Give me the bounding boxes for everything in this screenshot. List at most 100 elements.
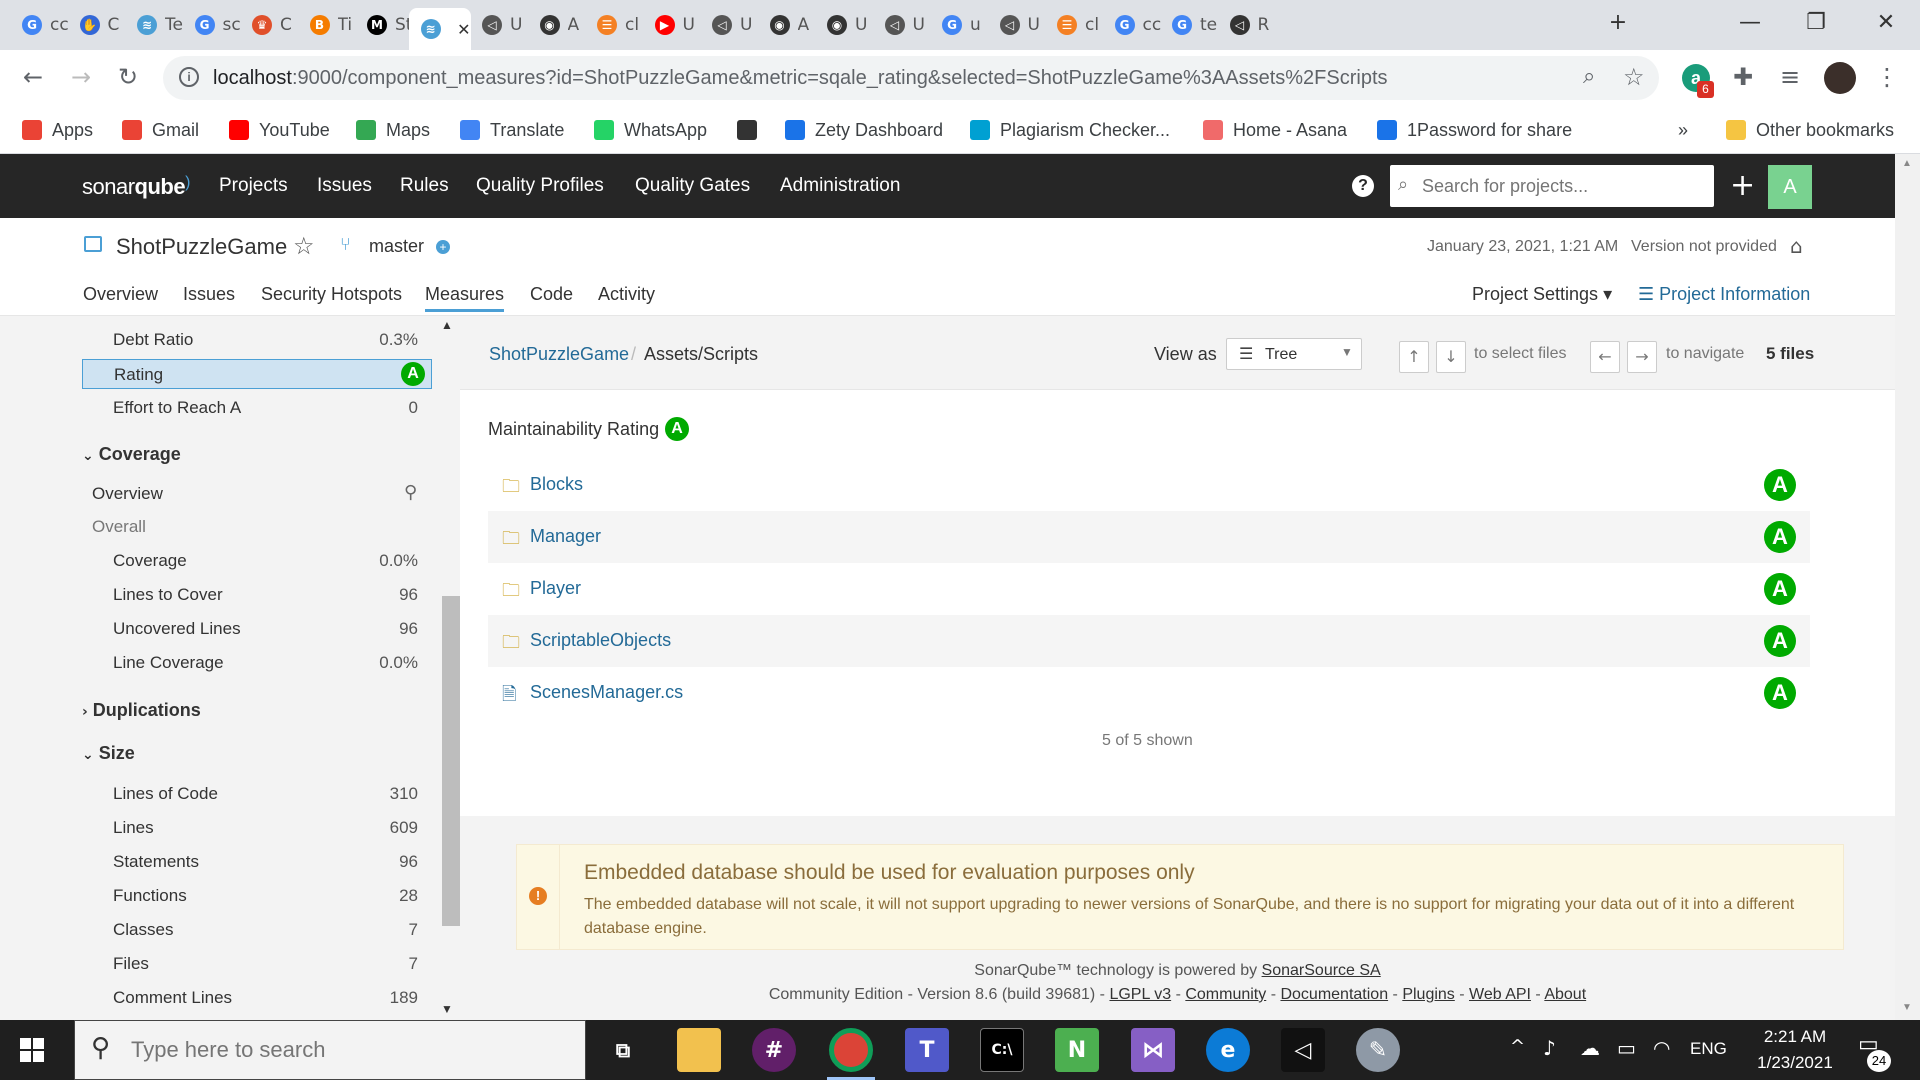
breadcrumb-root[interactable]: ShotPuzzleGame [489, 344, 629, 365]
group-coverage[interactable]: ⌄ Coverage [82, 444, 181, 465]
bookmark-item[interactable]: WhatsApp [594, 116, 707, 144]
file-explorer-icon[interactable] [677, 1028, 721, 1072]
view-as-select[interactable]: ☰ Tree ▼ [1226, 338, 1362, 370]
clock-date[interactable]: 1/23/2021 [1742, 1053, 1848, 1073]
terminal-icon[interactable]: C:\ [980, 1028, 1024, 1072]
bookmark-item[interactable]: YouTube [229, 116, 330, 144]
back-icon[interactable]: ← [18, 62, 48, 92]
volume-icon[interactable]: ♪ [1543, 1036, 1556, 1060]
browser-tab[interactable]: ◁ U [470, 8, 535, 42]
nav-projects[interactable]: Projects [219, 175, 288, 197]
language-indicator[interactable]: ENG [1690, 1039, 1727, 1059]
browser-tab[interactable]: ≋ ✕ [408, 8, 471, 50]
window-minimize-button[interactable]: — [1720, 8, 1780, 38]
list-item[interactable]: 🗀 Player A [488, 563, 1810, 615]
metric-lines-to-cover[interactable]: Lines to Cover 96 [82, 580, 432, 610]
browser-menu-icon[interactable]: ⋮ [1872, 62, 1902, 92]
window-restore-button[interactable]: ❐ [1786, 8, 1846, 38]
bookmark-item[interactable]: Maps [356, 116, 430, 144]
metric-effort-to-reach-a[interactable]: Effort to Reach A0 [82, 393, 432, 423]
metric-lines[interactable]: Lines 609 [82, 813, 432, 843]
page-scrollbar[interactable]: ▲ ▼ [1895, 154, 1920, 1020]
create-plus-button[interactable]: + [1730, 168, 1755, 203]
paint-icon[interactable]: ✎ [1356, 1028, 1400, 1072]
group-size[interactable]: ⌄ Size [82, 743, 135, 764]
browser-tab[interactable]: ◁ U [873, 8, 938, 42]
window-close-button[interactable]: ✕ [1856, 8, 1916, 38]
metric-statements[interactable]: Statements 96 [82, 847, 432, 877]
sonarqube-logo[interactable]: sonarqube) [82, 174, 190, 200]
browser-tab[interactable]: ◁ R [1218, 8, 1283, 42]
browser-tab[interactable]: ◉ A [528, 8, 593, 42]
metric-classes[interactable]: Classes 7 [82, 915, 432, 945]
browser-tab[interactable]: Gu [930, 8, 995, 42]
list-item[interactable]: 🗀 Blocks A [488, 459, 1810, 511]
scroll-down-icon[interactable]: ▼ [441, 1002, 453, 1016]
battery-icon[interactable]: ▭ [1617, 1036, 1636, 1060]
tab-security-hotspots[interactable]: Security Hotspots [261, 284, 402, 305]
notepad-plus-icon[interactable]: N [1055, 1028, 1099, 1072]
browser-tab[interactable]: ▶ U [643, 8, 708, 42]
project-search-input[interactable] [1422, 174, 1702, 198]
coverage-overview[interactable]: Overview [92, 484, 163, 504]
more-bookmarks-button[interactable]: » [1678, 116, 1688, 144]
bookmark-item[interactable]: Gmail [122, 116, 199, 144]
branch-info-icon[interactable]: + [436, 240, 450, 254]
footer-link-community[interactable]: Community [1185, 986, 1266, 1003]
bookmark-item[interactable]: Apps [22, 116, 93, 144]
extensions-puzzle-icon[interactable]: ✚ [1728, 62, 1758, 92]
visual-studio-icon[interactable]: ⋈ [1131, 1028, 1175, 1072]
help-icon[interactable]: ? [1352, 175, 1374, 197]
browser-tab[interactable]: ◉ U [815, 8, 880, 42]
page-scroll-down-icon[interactable]: ▼ [1902, 1002, 1912, 1013]
favorite-star-icon[interactable]: ☆ [293, 232, 315, 260]
reload-icon[interactable]: ↻ [113, 62, 143, 92]
browser-tab[interactable]: Gcc [10, 8, 75, 42]
nav-rules[interactable]: Rules [400, 175, 449, 197]
unity-icon[interactable]: ◁ [1281, 1028, 1325, 1072]
forward-icon[interactable]: → [66, 62, 96, 92]
scroll-up-icon[interactable]: ▲ [441, 318, 453, 332]
media-queue-icon[interactable]: ≡ [1775, 62, 1805, 92]
bookmark-item[interactable]: Zety Dashboard [785, 116, 943, 144]
footer-company-link[interactable]: SonarSource SA [1262, 962, 1381, 979]
browser-tab[interactable]: Gcc [1103, 8, 1168, 42]
browser-tab[interactable]: Gsc [183, 8, 248, 42]
address-bar[interactable]: i localhost:9000/component_measures?id=S… [163, 56, 1659, 100]
slack-icon[interactable]: # [752, 1028, 796, 1072]
footer-link-about[interactable]: About [1544, 986, 1586, 1003]
project-search[interactable]: ⌕ [1390, 165, 1714, 207]
list-item[interactable]: 🗎 ScenesManager.cs A [488, 667, 1810, 719]
new-tab-button[interactable]: + [1588, 8, 1648, 38]
tray-chevron-up-icon[interactable]: ^ [1510, 1036, 1525, 1057]
tab-issues[interactable]: Issues [183, 284, 235, 305]
page-scroll-up-icon[interactable]: ▲ [1902, 158, 1912, 169]
tab-code[interactable]: Code [530, 284, 573, 305]
footer-link-documentation[interactable]: Documentation [1280, 986, 1388, 1003]
windows-start-icon[interactable] [20, 1038, 44, 1062]
project-information-link[interactable]: ☰ Project Information [1638, 284, 1810, 305]
teams-icon[interactable]: T [905, 1028, 949, 1072]
metric-debt-ratio[interactable]: Debt Ratio 0.3% [82, 325, 432, 355]
site-info-icon[interactable]: i [179, 67, 199, 87]
browser-tab[interactable]: ◉ A [758, 8, 823, 42]
browser-tab[interactable]: ◁ U [988, 8, 1053, 42]
browser-tab[interactable]: ◁ U [700, 8, 765, 42]
tab-overview[interactable]: Overview [83, 284, 158, 305]
taskbar-search-input[interactable] [131, 1035, 571, 1065]
metric-functions[interactable]: Functions 28 [82, 881, 432, 911]
bookmark-star-icon[interactable]: ☆ [1623, 63, 1645, 91]
browser-tab[interactable]: ≋ Te [125, 8, 190, 42]
tab-measures[interactable]: Measures [425, 284, 505, 312]
metric-files[interactable]: Files 7 [82, 949, 432, 979]
onedrive-icon[interactable]: ☁ [1580, 1036, 1600, 1060]
metric-line-coverage[interactable]: Line Coverage 0.0% [82, 648, 432, 678]
tab-activity[interactable]: Activity [598, 284, 655, 305]
bookmark-item[interactable] [737, 116, 767, 144]
footer-link-plugins[interactable]: Plugins [1402, 986, 1454, 1003]
user-avatar[interactable]: A [1768, 165, 1812, 209]
wifi-icon[interactable]: ◠ [1653, 1036, 1670, 1060]
bookmark-item[interactable]: 1Password for share [1377, 116, 1572, 144]
list-item[interactable]: 🗀 Manager A [488, 511, 1810, 563]
metric-coverage[interactable]: Coverage 0.0% [82, 546, 432, 576]
